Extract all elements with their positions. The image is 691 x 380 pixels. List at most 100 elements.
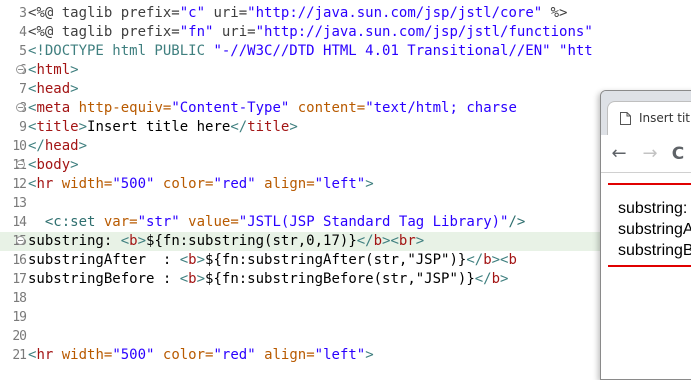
code-token: uri= xyxy=(213,24,256,40)
browser-toolbar: ← → C xyxy=(601,135,691,173)
code-token: "str" xyxy=(137,214,180,230)
code-line[interactable]: 12 <hr width="500" color="red" align="lef… xyxy=(0,175,691,194)
code-token: < xyxy=(179,271,189,287)
code-line[interactable]: 21 <hr width="500" color="red" align="lef… xyxy=(0,346,691,363)
code-token: "JSTL(JSP Standard Tag Library)" xyxy=(238,214,509,230)
code-token: color= xyxy=(154,176,214,192)
code-line[interactable]: 15−substring: <b>${fn:substring(str,0,17… xyxy=(0,232,691,251)
code-token: "fn" xyxy=(179,24,214,40)
code-token: hr xyxy=(36,347,54,363)
code-token: <%@ taglib prefix= xyxy=(28,24,180,40)
code-token: width= xyxy=(53,176,113,192)
code-token: b xyxy=(129,233,138,249)
code-line[interactable]: 7 <head> xyxy=(0,80,691,99)
reload-icon[interactable]: C xyxy=(667,143,689,165)
code-text: <hr width="500" color="red" align="left"… xyxy=(28,346,374,363)
code-token: hr xyxy=(36,176,54,192)
code-token: var= xyxy=(95,214,138,230)
code-text: <body> xyxy=(28,156,79,175)
back-icon[interactable]: ← xyxy=(608,143,630,165)
code-text: <hr width="500" color="red" align="left"… xyxy=(28,175,374,194)
code-token: head xyxy=(44,138,79,154)
code-line[interactable]: 3 <%@ taglib prefix="c" uri="http://java.… xyxy=(0,4,691,23)
code-text: <html> xyxy=(28,61,79,80)
code-text: <!DOCTYPE html PUBLIC "-//W3C//DTD HTML … xyxy=(28,42,593,61)
line-number: 17 xyxy=(12,272,27,287)
fold-toggle-icon[interactable]: − xyxy=(16,236,25,245)
code-token: < xyxy=(390,233,399,249)
code-token: > xyxy=(137,233,147,249)
code-token: > xyxy=(70,81,79,97)
page-content: substring: J substringAf substringBe xyxy=(601,173,691,379)
code-line[interactable]: 16 substringAfter : <b>${fn:substringAfte… xyxy=(0,251,691,270)
code-token: > xyxy=(500,271,509,287)
code-token: <%@ taglib prefix= xyxy=(28,5,180,21)
code-line[interactable]: 20 xyxy=(0,327,691,346)
code-line[interactable]: 6−<html> xyxy=(0,61,691,80)
code-line[interactable]: 18 xyxy=(0,289,691,308)
code-line[interactable]: 14 <c:set var="str" value="JSTL(JSP Stan… xyxy=(0,213,691,232)
code-token: < xyxy=(120,233,130,249)
code-text: substringBefore : <b>${fn:substringBefor… xyxy=(28,270,508,289)
code-token: b xyxy=(373,233,383,249)
code-token: ${fn:substringAfter(str,"JSP")} xyxy=(205,252,467,268)
code-token: "red" xyxy=(213,347,256,363)
code-token: > xyxy=(365,347,374,363)
code-token: head xyxy=(36,81,71,97)
page-icon xyxy=(620,112,631,125)
code-line[interactable]: 9 <title>Insert title here</title> xyxy=(0,118,691,137)
code-line[interactable]: 11−<body> xyxy=(0,156,691,175)
code-token: uri= xyxy=(205,5,248,21)
code-token: "http://java.sun.com/jsp/jstl/functions" xyxy=(255,24,593,40)
line-number: 7 xyxy=(19,82,27,97)
code-token: ${fn:substring(str,0,17)} xyxy=(146,233,357,249)
fold-toggle-icon[interactable]: − xyxy=(16,160,25,169)
code-token: color= xyxy=(154,347,214,363)
code-line[interactable]: 17 substringBefore : <b>${fn:substringBef… xyxy=(0,270,691,289)
line-number: 16 xyxy=(12,253,27,268)
code-text: <meta http-equiv="Content-Type" content=… xyxy=(28,99,517,118)
code-line[interactable]: 19 xyxy=(0,308,691,327)
code-token: width= xyxy=(53,347,113,363)
tab-title: Insert tit xyxy=(639,111,690,125)
code-token: "500" xyxy=(112,176,155,192)
code-text: </head> xyxy=(28,137,87,156)
code-token: substring: xyxy=(28,233,121,249)
code-line[interactable]: 8−<meta http-equiv="Content-Type" conten… xyxy=(0,99,691,118)
code-token: > xyxy=(289,119,298,135)
code-token: </ xyxy=(28,138,45,154)
code-token: align= xyxy=(255,176,315,192)
line-number: 12 xyxy=(12,177,27,192)
browser-tab[interactable]: Insert tit xyxy=(607,101,691,135)
code-text: substringAfter : <b>${fn:substringAfter(… xyxy=(28,251,517,270)
code-token: content= xyxy=(289,100,366,116)
fold-toggle-icon[interactable]: − xyxy=(16,103,25,112)
output-substring-before: substringBe xyxy=(618,242,691,259)
code-token: >< xyxy=(491,252,509,268)
code-token: "c" xyxy=(179,5,206,21)
code-token: html xyxy=(36,62,71,78)
code-editor[interactable]: 3 <%@ taglib prefix="c" uri="http://java.… xyxy=(0,0,691,363)
code-token: > xyxy=(70,62,79,78)
top-hr xyxy=(608,183,691,185)
code-token: "500" xyxy=(112,347,155,363)
browser-window: Insert tit ← → C substring: J substringA… xyxy=(600,90,691,380)
code-line[interactable]: 4 <%@ taglib prefix="fn" uri="http://java… xyxy=(0,23,691,42)
code-line[interactable]: 10 </head> xyxy=(0,137,691,156)
code-token: > xyxy=(78,138,88,154)
code-line[interactable]: 13 xyxy=(0,194,691,213)
code-token: b xyxy=(483,252,492,268)
forward-icon[interactable]: → xyxy=(639,143,661,165)
code-token: ${fn:substringBefore(str,"JSP")} xyxy=(205,271,475,287)
line-number: 14 xyxy=(12,215,27,230)
code-token: </ xyxy=(230,119,248,135)
line-number: 3 xyxy=(19,6,27,21)
fold-toggle-icon[interactable]: − xyxy=(16,65,25,74)
line-number: 10 xyxy=(12,139,27,154)
code-text: <title>Insert title here</title> xyxy=(28,118,298,137)
code-line[interactable]: 5 <!DOCTYPE html PUBLIC "-//W3C//DTD HTML… xyxy=(0,42,691,61)
code-token: "Content-Type" xyxy=(171,100,290,116)
code-token: > xyxy=(78,119,88,135)
code-token: "htt xyxy=(550,43,593,59)
